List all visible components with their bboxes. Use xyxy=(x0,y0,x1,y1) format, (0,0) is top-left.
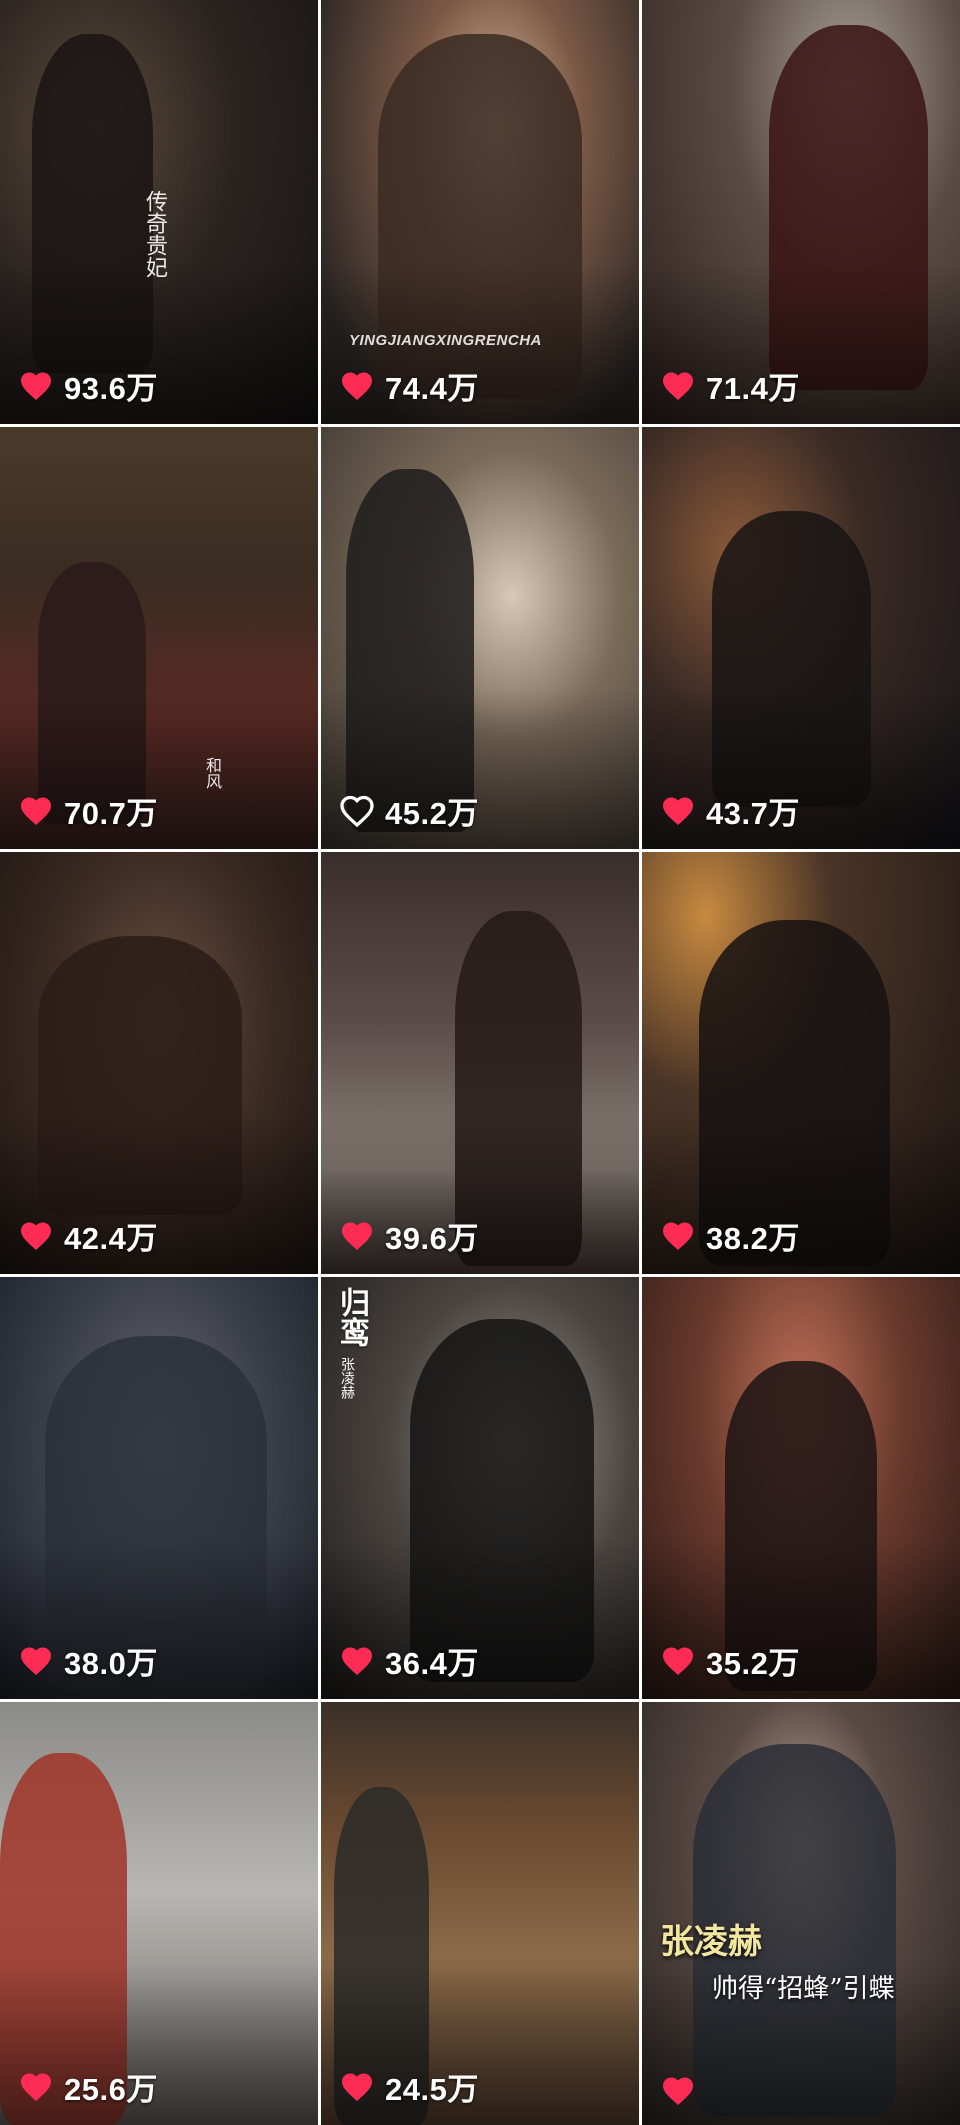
like-count: 42.4万 xyxy=(64,1221,158,1256)
video-tile[interactable]: 35.2万 xyxy=(642,1277,960,1699)
like-count: 70.7万 xyxy=(64,796,158,831)
heart-filled-icon[interactable] xyxy=(339,1643,375,1679)
video-tile[interactable]: 张凌赫帅得“招蜂”引蝶 xyxy=(642,1702,960,2125)
heart-filled-icon[interactable] xyxy=(18,1643,54,1679)
like-badge: 24.5万 xyxy=(339,2064,479,2109)
like-badge: 38.2万 xyxy=(660,1213,800,1258)
like-badge xyxy=(660,2073,706,2109)
video-tile[interactable]: 43.7万 xyxy=(642,427,960,849)
like-badge: 43.7万 xyxy=(660,788,800,833)
heart-filled-icon[interactable] xyxy=(660,1643,696,1679)
video-tile[interactable]: 42.4万 xyxy=(0,852,318,1274)
like-badge: 93.6万 xyxy=(18,363,158,408)
like-count: 38.0万 xyxy=(64,1646,158,1681)
like-badge: 35.2万 xyxy=(660,1638,800,1683)
like-badge: 25.6万 xyxy=(18,2064,158,2109)
video-tile[interactable]: 38.0万 xyxy=(0,1277,318,1699)
like-count: 74.4万 xyxy=(385,371,479,406)
actor-credit: 张凌赫 xyxy=(339,1357,355,1399)
heart-filled-icon[interactable] xyxy=(18,1218,54,1254)
drama-title: 归鸾 xyxy=(334,1287,369,1347)
video-tile[interactable]: 71.4万 xyxy=(642,0,960,424)
like-badge: 74.4万 xyxy=(339,363,479,408)
heart-filled-icon[interactable] xyxy=(660,368,696,404)
actor-name-caption: 张凌赫 xyxy=(660,1923,762,1961)
like-count: 35.2万 xyxy=(706,1646,800,1681)
heart-filled-icon[interactable] xyxy=(660,2073,696,2109)
like-count: 43.7万 xyxy=(706,796,800,831)
like-count: 93.6万 xyxy=(64,371,158,406)
like-badge: 71.4万 xyxy=(660,363,800,408)
video-tile[interactable]: 传奇贵妃 93.6万 xyxy=(0,0,318,424)
slogan-caption: 帅得“招蜂”引蝶 xyxy=(712,1974,895,2004)
like-badge: 36.4万 xyxy=(339,1638,479,1683)
like-count: 71.4万 xyxy=(706,371,800,406)
like-count: 24.5万 xyxy=(385,2072,479,2107)
heart-outline-icon[interactable] xyxy=(339,793,375,829)
like-badge: 45.2万 xyxy=(339,788,479,833)
heart-filled-icon[interactable] xyxy=(18,368,54,404)
video-grid: 传奇贵妃 93.6万 YINGJIANGXINGRENCHA 74.4万 71.4万和风… xyxy=(0,0,960,2125)
video-tile[interactable]: 39.6万 xyxy=(321,852,639,1274)
like-badge: 38.0万 xyxy=(18,1638,158,1683)
calligraphy-overlay: 传奇贵妃 xyxy=(142,190,167,278)
calligraphy-overlay: 和风 xyxy=(203,757,222,789)
like-count: 36.4万 xyxy=(385,1646,479,1681)
video-tile[interactable]: 25.6万 xyxy=(0,1702,318,2125)
video-tile[interactable]: 45.2万 xyxy=(321,427,639,849)
like-count: 45.2万 xyxy=(385,796,479,831)
watermark-text: YINGJIANGXINGRENCHA xyxy=(349,332,542,349)
heart-filled-icon[interactable] xyxy=(18,793,54,829)
video-tile[interactable]: 归鸾张凌赫 36.4万 xyxy=(321,1277,639,1699)
video-tile[interactable]: 24.5万 xyxy=(321,1702,639,2125)
video-tile[interactable]: YINGJIANGXINGRENCHA 74.4万 xyxy=(321,0,639,424)
heart-filled-icon[interactable] xyxy=(339,1218,375,1254)
like-count: 39.6万 xyxy=(385,1221,479,1256)
heart-filled-icon[interactable] xyxy=(18,2069,54,2105)
heart-filled-icon[interactable] xyxy=(660,1218,696,1254)
like-badge: 39.6万 xyxy=(339,1213,479,1258)
like-badge: 42.4万 xyxy=(18,1213,158,1258)
like-badge: 70.7万 xyxy=(18,788,158,833)
like-count: 25.6万 xyxy=(64,2072,158,2107)
video-tile[interactable]: 38.2万 xyxy=(642,852,960,1274)
heart-filled-icon[interactable] xyxy=(339,2069,375,2105)
like-count: 38.2万 xyxy=(706,1221,800,1256)
video-tile[interactable]: 和风 70.7万 xyxy=(0,427,318,849)
heart-filled-icon[interactable] xyxy=(339,368,375,404)
heart-filled-icon[interactable] xyxy=(660,793,696,829)
